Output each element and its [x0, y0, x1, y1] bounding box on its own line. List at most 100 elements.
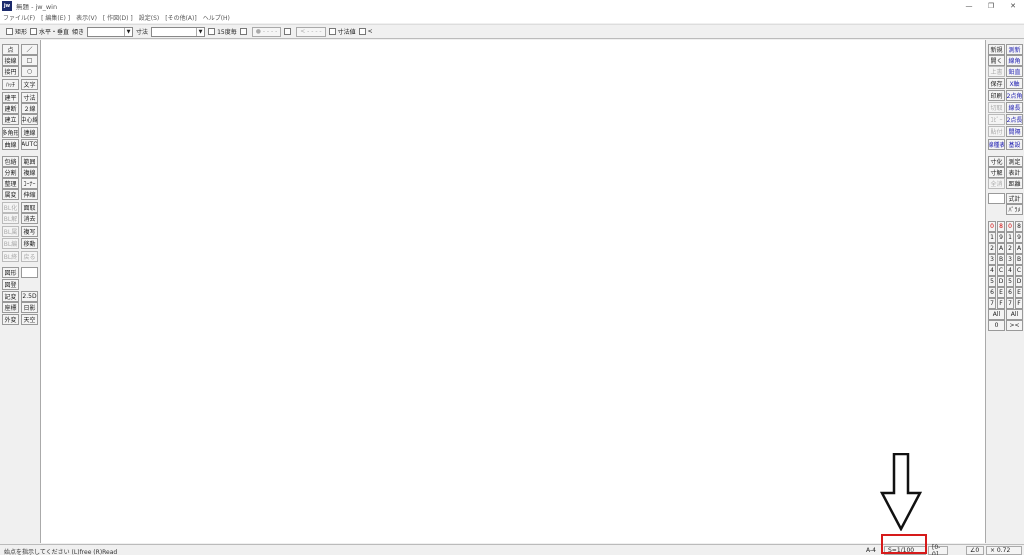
tool-2pt-length[interactable]: 2点長	[1006, 114, 1023, 125]
menu-view[interactable]: 表示(V)	[73, 13, 100, 22]
tilt-combo[interactable]: ▼	[87, 26, 134, 37]
tool-paste-copy[interactable]: ｺﾋﾟｰ	[988, 114, 1005, 125]
tool-2pt-angle[interactable]: 2点角	[1006, 90, 1023, 101]
tool-double-line[interactable]: ２線	[21, 103, 38, 114]
tool-line-angle[interactable]: 線角	[1006, 55, 1023, 66]
rect-option[interactable]: 矩形	[6, 27, 27, 36]
layer-group-3[interactable]: 3	[988, 254, 996, 265]
tool-attr-change[interactable]: 属変	[2, 189, 19, 200]
circle-checkbox[interactable]	[239, 28, 247, 35]
tool-measure-new[interactable]: 測新	[1006, 44, 1023, 55]
rect-checkbox[interactable]	[6, 28, 13, 35]
menu-draw[interactable]: [ 作図(D) ]	[100, 13, 136, 22]
tool-chamfer[interactable]: 面取	[21, 202, 38, 213]
tool-curve[interactable]: 曲線	[2, 139, 19, 150]
layer-expand-button[interactable]: ><	[1006, 320, 1023, 331]
layer-group-d[interactable]: D	[997, 276, 1005, 287]
tool-measure[interactable]: 測定	[1006, 156, 1023, 167]
layer-group-f[interactable]: F	[997, 298, 1005, 309]
tool-polygon[interactable]: 多角形	[2, 127, 19, 138]
horiz-vert-checkbox[interactable]	[30, 28, 38, 35]
tool-move[interactable]: 移動	[21, 238, 38, 249]
layer-group-0[interactable]: 0	[988, 221, 996, 232]
layer-2[interactable]: 2	[1006, 243, 1014, 254]
tool-new[interactable]: 新規	[988, 44, 1005, 55]
tool-auto[interactable]: AUTO	[21, 139, 38, 150]
dim-combo[interactable]: ▼	[151, 26, 206, 37]
layer-7[interactable]: 7	[1006, 298, 1014, 309]
arrow-checkbox[interactable]	[284, 28, 292, 35]
tool-dim-ungroup[interactable]: 寸解	[988, 167, 1005, 178]
menu-edit[interactable]: [ 編集(E) ]	[38, 13, 73, 22]
layer-3[interactable]: 3	[1006, 254, 1014, 265]
layer-group-9[interactable]: 9	[997, 232, 1005, 243]
tool-section[interactable]: 建断	[2, 103, 19, 114]
tool-corner[interactable]: ｺｰﾅｰ	[21, 178, 38, 189]
layer-a[interactable]: A	[1015, 243, 1023, 254]
tool-offset[interactable]: 複線	[21, 167, 38, 178]
horiz-vert-option[interactable]: 水平・垂直	[30, 27, 69, 36]
tool-base-setting[interactable]: 基設	[1006, 139, 1023, 150]
tool-line-type-table[interactable]: 線種表	[988, 139, 1005, 150]
menu-help[interactable]: ヘルプ(H)	[200, 13, 233, 22]
tool-blank-slot[interactable]	[21, 267, 38, 278]
layer-c[interactable]: C	[1015, 265, 1023, 276]
tool-coordinate[interactable]: 座標	[2, 302, 19, 313]
tool-copy[interactable]: 複写	[21, 226, 38, 237]
tool-sky[interactable]: 天空	[21, 314, 38, 325]
lt-checkbox[interactable]	[358, 28, 366, 35]
tool-sun-shadow[interactable]: 日影	[21, 302, 38, 313]
tool-arrange[interactable]: 整理	[2, 178, 19, 189]
layer-group-a[interactable]: A	[997, 243, 1005, 254]
tool-record-change[interactable]: 記変	[2, 291, 19, 302]
layer-group-all-button[interactable]: All	[988, 309, 1005, 320]
minimize-icon[interactable]: —	[958, 0, 980, 12]
layer-group-5[interactable]: 5	[988, 276, 996, 287]
tool-text[interactable]: 文字	[21, 79, 38, 90]
layer-group-2[interactable]: 2	[988, 243, 996, 254]
tool-2-5d[interactable]: 2.5D	[21, 291, 38, 302]
tool-point[interactable]: 点	[2, 44, 19, 55]
layer-9[interactable]: 9	[1015, 232, 1023, 243]
paper-size[interactable]: A-4	[866, 547, 876, 554]
tool-external-change[interactable]: 外変	[2, 314, 19, 325]
tool-shape[interactable]: 図形	[2, 267, 19, 278]
tool-block-edit[interactable]: BL編	[2, 238, 19, 249]
tool-print[interactable]: 印刷	[988, 90, 1005, 101]
tool-plan[interactable]: 建平	[2, 92, 19, 103]
tool-line-length[interactable]: 線長	[1006, 102, 1023, 113]
tool-table-calc[interactable]: 表計	[1006, 167, 1023, 178]
tool-undo[interactable]: 戻る	[21, 251, 38, 262]
circle-line-button[interactable]: ● - - - -	[251, 26, 282, 37]
layer-group-b[interactable]: B	[997, 254, 1005, 265]
tool-center-line[interactable]: 中心線	[21, 114, 38, 125]
tool-hatch[interactable]: ﾊｯﾁ	[2, 79, 19, 90]
tool-paste[interactable]: 貼付	[988, 126, 1005, 137]
drawing-canvas[interactable]	[40, 40, 986, 543]
tool-vertical[interactable]: 鉛直	[1006, 66, 1023, 77]
tool-x-axis[interactable]: X軸	[1006, 78, 1023, 89]
layer-e[interactable]: E	[1015, 287, 1023, 298]
close-icon[interactable]: ✕	[1002, 0, 1024, 12]
layer-5[interactable]: 5	[1006, 276, 1014, 287]
tool-envelope[interactable]: 包絡	[2, 156, 19, 167]
tool-block-end[interactable]: BL終	[2, 251, 19, 262]
layer-group-7[interactable]: 7	[988, 298, 996, 309]
layer-all-button[interactable]: All	[1006, 309, 1023, 320]
layer-d[interactable]: D	[1015, 276, 1023, 287]
menu-other[interactable]: [その他(A)]	[162, 13, 199, 22]
restore-icon[interactable]: ❐	[980, 0, 1002, 12]
lt-option[interactable]: <	[358, 28, 373, 35]
tool-dim-group[interactable]: 寸化	[988, 156, 1005, 167]
menu-settings[interactable]: 設定(S)	[136, 13, 163, 22]
layer-6[interactable]: 6	[1006, 287, 1014, 298]
tool-circle[interactable]: ○	[21, 66, 38, 77]
tool-save[interactable]: 保存	[988, 78, 1005, 89]
dim-value-option[interactable]: 寸法値	[328, 27, 356, 36]
layer-0[interactable]: 0	[1006, 221, 1014, 232]
tool-shape-register[interactable]: 図登	[2, 279, 19, 290]
layer-1[interactable]: 1	[1006, 232, 1014, 243]
dim-value-checkbox[interactable]	[328, 28, 336, 35]
layer-group-8[interactable]: 8	[997, 221, 1005, 232]
layer-f[interactable]: F	[1015, 298, 1023, 309]
